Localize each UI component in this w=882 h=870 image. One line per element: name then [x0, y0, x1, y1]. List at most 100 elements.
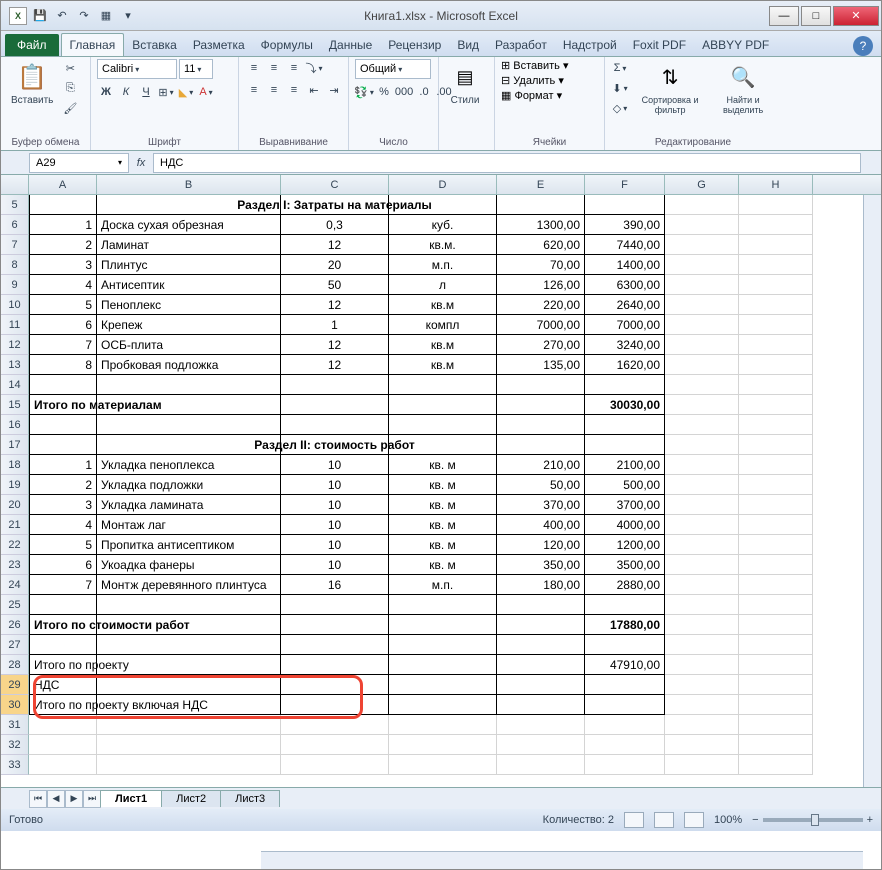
cell[interactable]: 4: [29, 275, 97, 295]
cell[interactable]: [497, 715, 585, 735]
cell[interactable]: Монтаж лаг: [97, 515, 281, 535]
cell[interactable]: [739, 635, 813, 655]
underline-button[interactable]: Ч: [137, 83, 155, 101]
row-header[interactable]: 10: [1, 295, 29, 315]
cell[interactable]: [97, 395, 281, 415]
cell[interactable]: кв. м: [389, 555, 497, 575]
align-middle-icon[interactable]: ≡: [265, 59, 283, 77]
cell[interactable]: 12: [281, 235, 389, 255]
align-center-icon[interactable]: ≡: [265, 81, 283, 99]
cell[interactable]: [389, 435, 497, 455]
cell[interactable]: кв. м: [389, 515, 497, 535]
cell[interactable]: [665, 715, 739, 735]
cell[interactable]: [665, 395, 739, 415]
cell[interactable]: 135,00: [497, 355, 585, 375]
cell[interactable]: [389, 395, 497, 415]
formula-input[interactable]: НДС: [153, 153, 861, 173]
row-header[interactable]: 13: [1, 355, 29, 375]
cell[interactable]: [497, 595, 585, 615]
row-header[interactable]: 22: [1, 535, 29, 555]
cut-icon[interactable]: ✂: [61, 59, 79, 77]
cell[interactable]: м.п.: [389, 575, 497, 595]
cell[interactable]: кв. м: [389, 495, 497, 515]
cell[interactable]: Доска сухая обрезная: [97, 215, 281, 235]
cell[interactable]: 1: [281, 315, 389, 335]
cell[interactable]: [665, 295, 739, 315]
cell[interactable]: 1400,00: [585, 255, 665, 275]
cell[interactable]: [739, 655, 813, 675]
row-header[interactable]: 30: [1, 695, 29, 715]
cell[interactable]: [281, 695, 389, 715]
insert-cells-button[interactable]: ⊞ Вставить ▾: [501, 59, 569, 72]
cell[interactable]: [739, 555, 813, 575]
row-header[interactable]: 26: [1, 615, 29, 635]
zoom-out-button[interactable]: −: [752, 814, 758, 826]
find-select-button[interactable]: 🔍 Найти и выделить: [711, 59, 775, 117]
cell[interactable]: [665, 495, 739, 515]
cell[interactable]: кв.м.: [389, 235, 497, 255]
sheet-nav-prev[interactable]: ◀: [47, 790, 65, 808]
cell[interactable]: 7000,00: [585, 315, 665, 335]
cell[interactable]: 220,00: [497, 295, 585, 315]
cell[interactable]: [665, 475, 739, 495]
cell[interactable]: 5: [29, 295, 97, 315]
cell[interactable]: Укоадка фанеры: [97, 555, 281, 575]
clear-icon[interactable]: ◇: [611, 99, 629, 117]
cell[interactable]: [665, 315, 739, 335]
row-header[interactable]: 8: [1, 255, 29, 275]
cell[interactable]: [389, 735, 497, 755]
save-icon[interactable]: 💾: [31, 7, 49, 25]
comma-icon[interactable]: 000: [395, 83, 413, 101]
vertical-scrollbar[interactable]: [863, 195, 881, 787]
tab-insert[interactable]: Вставка: [124, 34, 185, 56]
cell[interactable]: [97, 695, 281, 715]
qat-item-icon[interactable]: ▾: [119, 7, 137, 25]
font-color-button[interactable]: A: [197, 83, 215, 101]
cell[interactable]: [665, 635, 739, 655]
cell[interactable]: [739, 275, 813, 295]
cell[interactable]: 3: [29, 495, 97, 515]
cell[interactable]: Итого по материалам: [29, 395, 97, 415]
cell[interactable]: [585, 755, 665, 775]
cell[interactable]: [739, 515, 813, 535]
cell[interactable]: 1620,00: [585, 355, 665, 375]
cell[interactable]: [665, 195, 739, 215]
row-header[interactable]: 5: [1, 195, 29, 215]
tab-layout[interactable]: Разметка: [185, 34, 253, 56]
cell[interactable]: [585, 695, 665, 715]
cell[interactable]: [739, 535, 813, 555]
cell[interactable]: [739, 455, 813, 475]
col-header[interactable]: B: [97, 175, 281, 194]
cell[interactable]: [497, 375, 585, 395]
tab-foxit[interactable]: Foxit PDF: [625, 34, 694, 56]
cell[interactable]: [739, 475, 813, 495]
sheet-nav-first[interactable]: ⏮: [29, 790, 47, 808]
cell[interactable]: [497, 195, 585, 215]
cell[interactable]: кв.м: [389, 355, 497, 375]
cell[interactable]: [281, 615, 389, 635]
cell[interactable]: [739, 235, 813, 255]
cell[interactable]: [585, 415, 665, 435]
cell[interactable]: [29, 435, 97, 455]
cell[interactable]: Укладка пеноплекса: [97, 455, 281, 475]
cell[interactable]: [389, 595, 497, 615]
tab-data[interactable]: Данные: [321, 34, 380, 56]
cell[interactable]: 400,00: [497, 515, 585, 535]
cell[interactable]: [665, 375, 739, 395]
cell[interactable]: [739, 335, 813, 355]
cell[interactable]: 210,00: [497, 455, 585, 475]
cell[interactable]: [281, 375, 389, 395]
cell[interactable]: Итого по проекту включая НДС: [29, 695, 97, 715]
font-name-combo[interactable]: Calibri: [97, 59, 177, 79]
autosum-icon[interactable]: Σ: [611, 59, 629, 77]
cell[interactable]: Раздел I: Затраты на материалы: [281, 195, 389, 215]
cell[interactable]: [665, 535, 739, 555]
cell[interactable]: 2: [29, 235, 97, 255]
spreadsheet-grid[interactable]: A B C D E F G H 5Раздел I: Затраты на ма…: [1, 175, 881, 787]
cell[interactable]: [497, 635, 585, 655]
cell[interactable]: [389, 635, 497, 655]
zoom-slider[interactable]: [763, 818, 863, 822]
cell[interactable]: 1: [29, 215, 97, 235]
cell[interactable]: [739, 415, 813, 435]
cell[interactable]: [585, 715, 665, 735]
